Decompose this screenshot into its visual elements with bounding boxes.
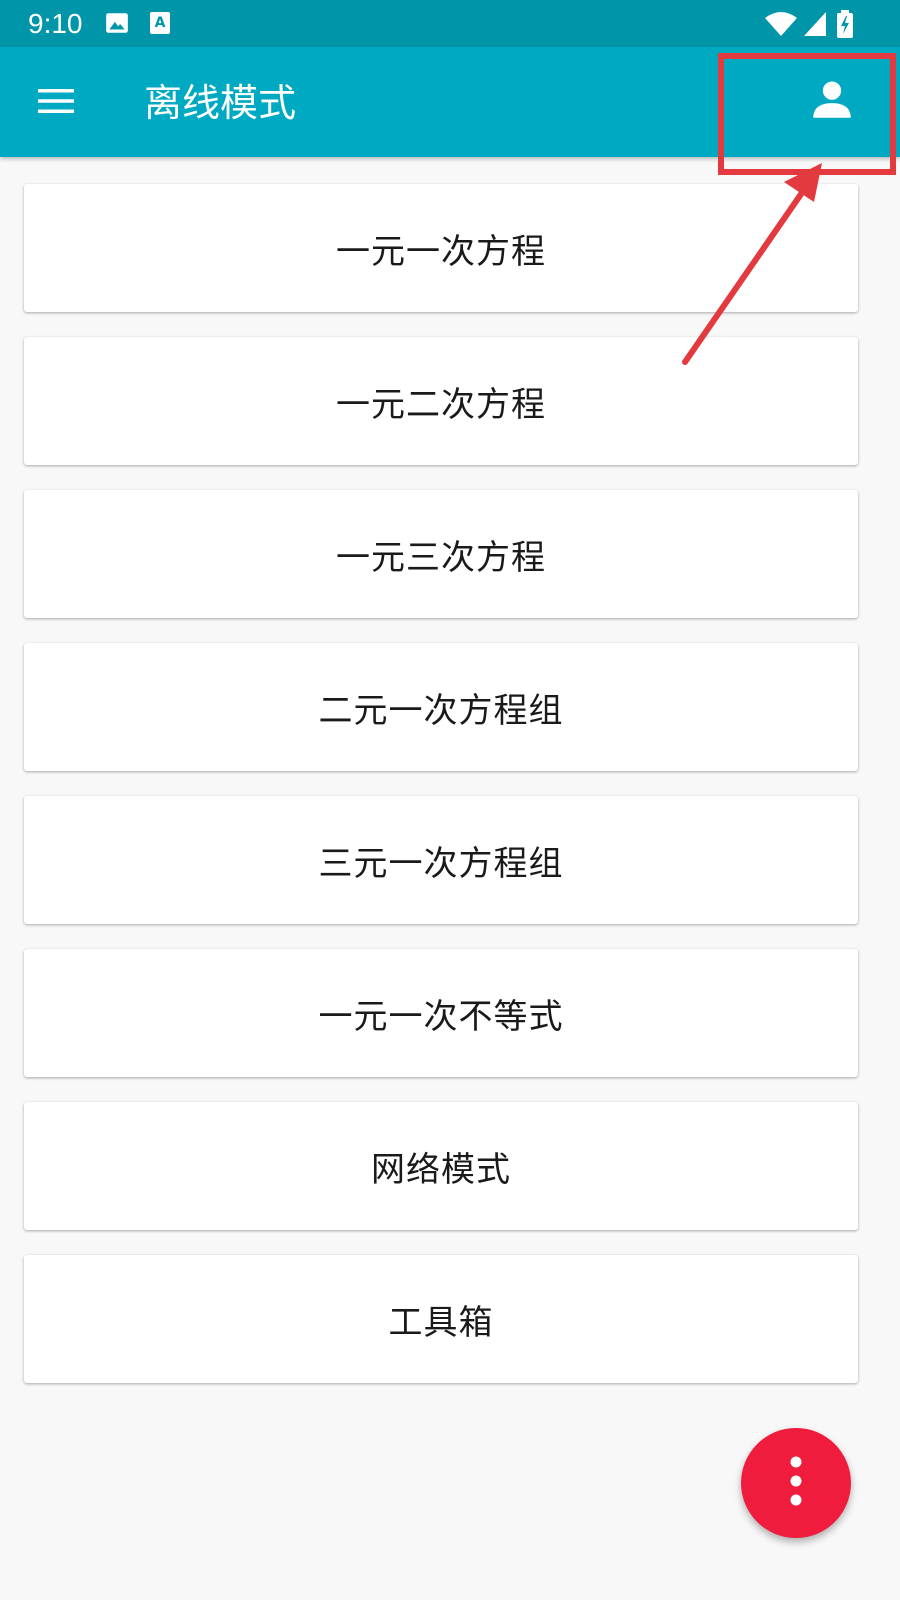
list-item-quadratic-equation[interactable]: 一元二次方程 — [24, 337, 858, 465]
list-item-label: 三元一次方程组 — [318, 843, 564, 884]
svg-text:A: A — [155, 15, 166, 31]
list-item-label: 一元一次不等式 — [318, 996, 564, 1037]
list-item-linear-equation[interactable]: 一元一次方程 — [24, 184, 858, 312]
list-item-label: 一元一次方程 — [336, 231, 546, 272]
signal-icon — [802, 10, 828, 38]
hamburger-menu-icon — [36, 86, 76, 120]
app-bar: 离线模式 — [0, 47, 900, 157]
list-item-three-variable-system[interactable]: 三元一次方程组 — [24, 796, 858, 924]
more-vert-icon — [789, 1455, 803, 1511]
list-item-two-variable-system[interactable]: 二元一次方程组 — [24, 643, 858, 771]
person-icon — [807, 74, 857, 128]
page-title: 离线模式 — [144, 81, 297, 125]
wifi-icon — [764, 10, 798, 38]
list-item-label: 网络模式 — [371, 1149, 511, 1190]
list-item-label: 工具箱 — [388, 1302, 494, 1343]
list-item-linear-inequality[interactable]: 一元一次不等式 — [24, 949, 858, 1077]
battery-charging-icon — [836, 10, 854, 38]
account-button[interactable] — [800, 69, 864, 133]
list-item-label: 一元二次方程 — [336, 384, 546, 425]
more-options-fab[interactable] — [741, 1428, 851, 1538]
list-item-cubic-equation[interactable]: 一元三次方程 — [24, 490, 858, 618]
image-icon — [104, 10, 130, 38]
list-item-toolbox[interactable]: 工具箱 — [24, 1255, 858, 1383]
status-bar: 9:10 A — [0, 0, 900, 47]
list-item-label: 一元三次方程 — [336, 537, 546, 578]
list-item-label: 二元一次方程组 — [318, 690, 564, 731]
menu-button[interactable] — [20, 67, 92, 139]
list-item-network-mode[interactable]: 网络模式 — [24, 1102, 858, 1230]
status-time: 9:10 — [28, 8, 83, 39]
text-a-icon: A — [148, 10, 172, 38]
